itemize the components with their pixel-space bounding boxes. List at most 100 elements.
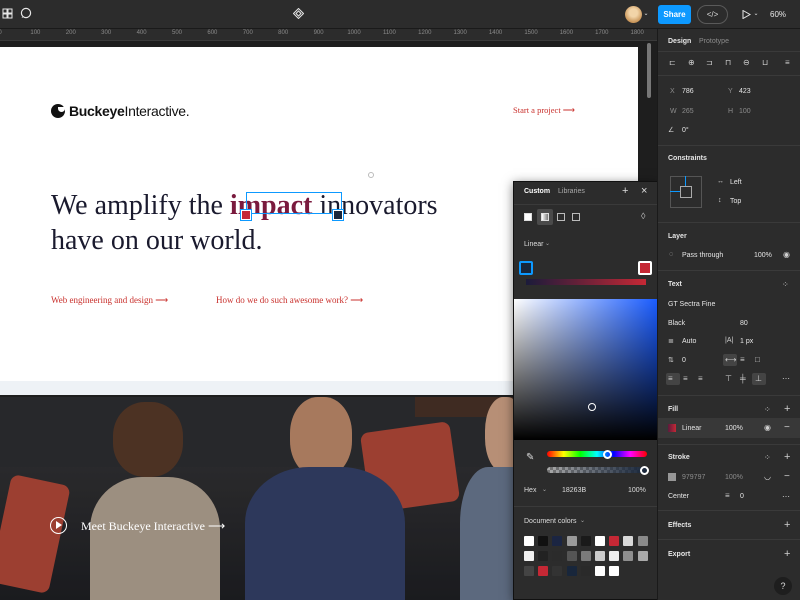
add-fill-icon[interactable]: +: [784, 403, 790, 415]
eyedropper-icon[interactable]: ✎: [526, 452, 534, 463]
font-size-input[interactable]: 80: [740, 320, 748, 327]
document-color-swatch[interactable]: [580, 566, 591, 576]
document-color-swatch[interactable]: [609, 536, 620, 546]
text-align-top-icon[interactable]: ⊤: [725, 374, 732, 383]
hex-input[interactable]: 18263B: [562, 487, 586, 494]
visibility-eye-icon[interactable]: ◉: [783, 250, 790, 259]
document-color-swatch[interactable]: [609, 551, 620, 561]
tab-prototype[interactable]: Prototype: [699, 38, 729, 45]
rotation-handle[interactable]: [368, 172, 374, 178]
dev-mode-toggle[interactable]: </>: [697, 5, 728, 24]
solid-fill-icon[interactable]: [524, 213, 532, 221]
gradient-type[interactable]: Linear: [524, 241, 543, 248]
distribute-icon[interactable]: ≡: [785, 58, 790, 67]
awesome-work-link[interactable]: How do we do such awesome work? ⟶: [216, 295, 363, 306]
h-input[interactable]: 100: [739, 108, 751, 115]
meet-buckeye-link[interactable]: Meet Buckeye Interactive ⟶: [81, 519, 225, 534]
stroke-hex[interactable]: 979797: [682, 474, 705, 481]
fixed-size-icon[interactable]: □: [755, 355, 760, 364]
layer-opacity-input[interactable]: 100%: [754, 252, 772, 259]
color-format-chevron-icon[interactable]: ⌄: [542, 486, 547, 493]
video-fill-icon[interactable]: [572, 213, 580, 221]
font-weight-select[interactable]: Black: [668, 320, 685, 327]
stroke-more-options-icon[interactable]: ⋯: [782, 492, 790, 501]
auto-height-icon[interactable]: ≡: [740, 355, 745, 364]
share-button[interactable]: Share: [658, 5, 691, 24]
document-color-swatch[interactable]: [637, 536, 648, 546]
y-input[interactable]: 423: [739, 88, 751, 95]
stroke-visibility-icon[interactable]: ◡: [764, 472, 771, 481]
close-icon[interactable]: ×: [641, 185, 647, 197]
gradient-bar[interactable]: [526, 279, 646, 285]
paragraph-spacing-input[interactable]: 0: [682, 357, 686, 364]
document-color-swatch[interactable]: [566, 551, 577, 561]
document-color-swatch[interactable]: [609, 566, 620, 576]
comment-icon[interactable]: [18, 0, 34, 29]
document-color-swatch[interactable]: [538, 536, 549, 546]
opacity-knob[interactable]: [640, 466, 649, 475]
component-icon[interactable]: [291, 0, 305, 29]
color-format[interactable]: Hex: [524, 487, 536, 494]
remove-stroke-icon[interactable]: −: [784, 471, 790, 482]
gradient-end-handle[interactable]: [332, 209, 344, 221]
document-color-swatch[interactable]: [566, 566, 577, 576]
fill-type[interactable]: Linear: [682, 425, 701, 432]
stroke-swatch[interactable]: [668, 473, 676, 481]
align-left-icon[interactable]: ⊏: [669, 58, 676, 67]
tab-custom[interactable]: Custom: [524, 188, 550, 195]
blend-mode-select[interactable]: Pass through: [682, 252, 723, 259]
constraint-vertical[interactable]: Top: [730, 198, 741, 205]
text-align-right-icon[interactable]: ≡: [698, 374, 703, 383]
font-family-select[interactable]: GT Sectra Fine: [668, 301, 715, 308]
document-color-swatch[interactable]: [566, 536, 577, 546]
stroke-opacity[interactable]: 100%: [725, 474, 743, 481]
saturation-value-area[interactable]: [514, 299, 657, 440]
gradient-start-handle[interactable]: [240, 209, 252, 221]
avatar-chevron-icon[interactable]: ⌄: [642, 0, 650, 29]
color-cursor[interactable]: [588, 403, 596, 411]
document-color-swatch[interactable]: [552, 566, 563, 576]
document-color-swatch[interactable]: [623, 551, 634, 561]
constraint-horizontal[interactable]: Left: [730, 179, 742, 186]
fill-styles-icon[interactable]: ⁘: [764, 405, 771, 414]
document-colors-chevron-icon[interactable]: ⌄: [580, 517, 585, 524]
document-color-swatch[interactable]: [595, 566, 605, 576]
add-icon[interactable]: +: [622, 185, 628, 197]
image-fill-icon[interactable]: [557, 213, 565, 221]
document-color-swatch[interactable]: [524, 536, 534, 546]
document-color-swatch[interactable]: [524, 566, 534, 576]
align-center-v-icon[interactable]: ⊖: [743, 58, 750, 67]
document-color-swatch[interactable]: [552, 551, 563, 561]
remove-fill-icon[interactable]: −: [784, 422, 790, 433]
blend-drop-icon[interactable]: ◊: [641, 211, 645, 221]
present-chevron-icon[interactable]: ⌄: [752, 0, 760, 29]
opacity-slider[interactable]: [547, 467, 647, 473]
auto-width-icon[interactable]: ⟷: [725, 355, 736, 364]
fill-swatch[interactable]: [668, 424, 676, 432]
present-play-icon[interactable]: [740, 0, 752, 29]
web-engineering-link[interactable]: Web engineering and design ⟶: [51, 295, 168, 306]
w-input[interactable]: 265: [682, 108, 694, 115]
add-effect-icon[interactable]: +: [784, 519, 790, 531]
align-right-icon[interactable]: ⊐: [706, 58, 713, 67]
document-color-swatch[interactable]: [552, 536, 563, 546]
start-project-link[interactable]: Start a project ⟶: [513, 105, 575, 116]
gradient-stop-start[interactable]: [519, 261, 533, 275]
zoom-level[interactable]: 60%: [770, 0, 786, 29]
stroke-styles-icon[interactable]: ⁘: [764, 453, 771, 462]
line-height-input[interactable]: Auto: [682, 338, 696, 345]
text-align-bottom-icon[interactable]: ⊥: [755, 374, 762, 383]
gradient-stop-end[interactable]: [638, 261, 652, 275]
gradient-type-chevron-icon[interactable]: ⌄: [545, 240, 550, 247]
stroke-align-select[interactable]: Center: [668, 493, 689, 500]
user-avatar[interactable]: [625, 6, 642, 23]
letter-spacing-input[interactable]: 1 px: [740, 338, 753, 345]
opacity-input[interactable]: 100%: [628, 487, 646, 494]
document-color-swatch[interactable]: [538, 566, 549, 576]
hue-knob[interactable]: [603, 450, 612, 459]
text-align-left-icon[interactable]: ≡: [668, 374, 673, 383]
add-export-icon[interactable]: +: [784, 548, 790, 560]
align-bottom-icon[interactable]: ⊔: [762, 58, 768, 67]
text-align-middle-icon[interactable]: ╪: [740, 374, 746, 383]
align-top-icon[interactable]: ⊓: [725, 58, 731, 67]
